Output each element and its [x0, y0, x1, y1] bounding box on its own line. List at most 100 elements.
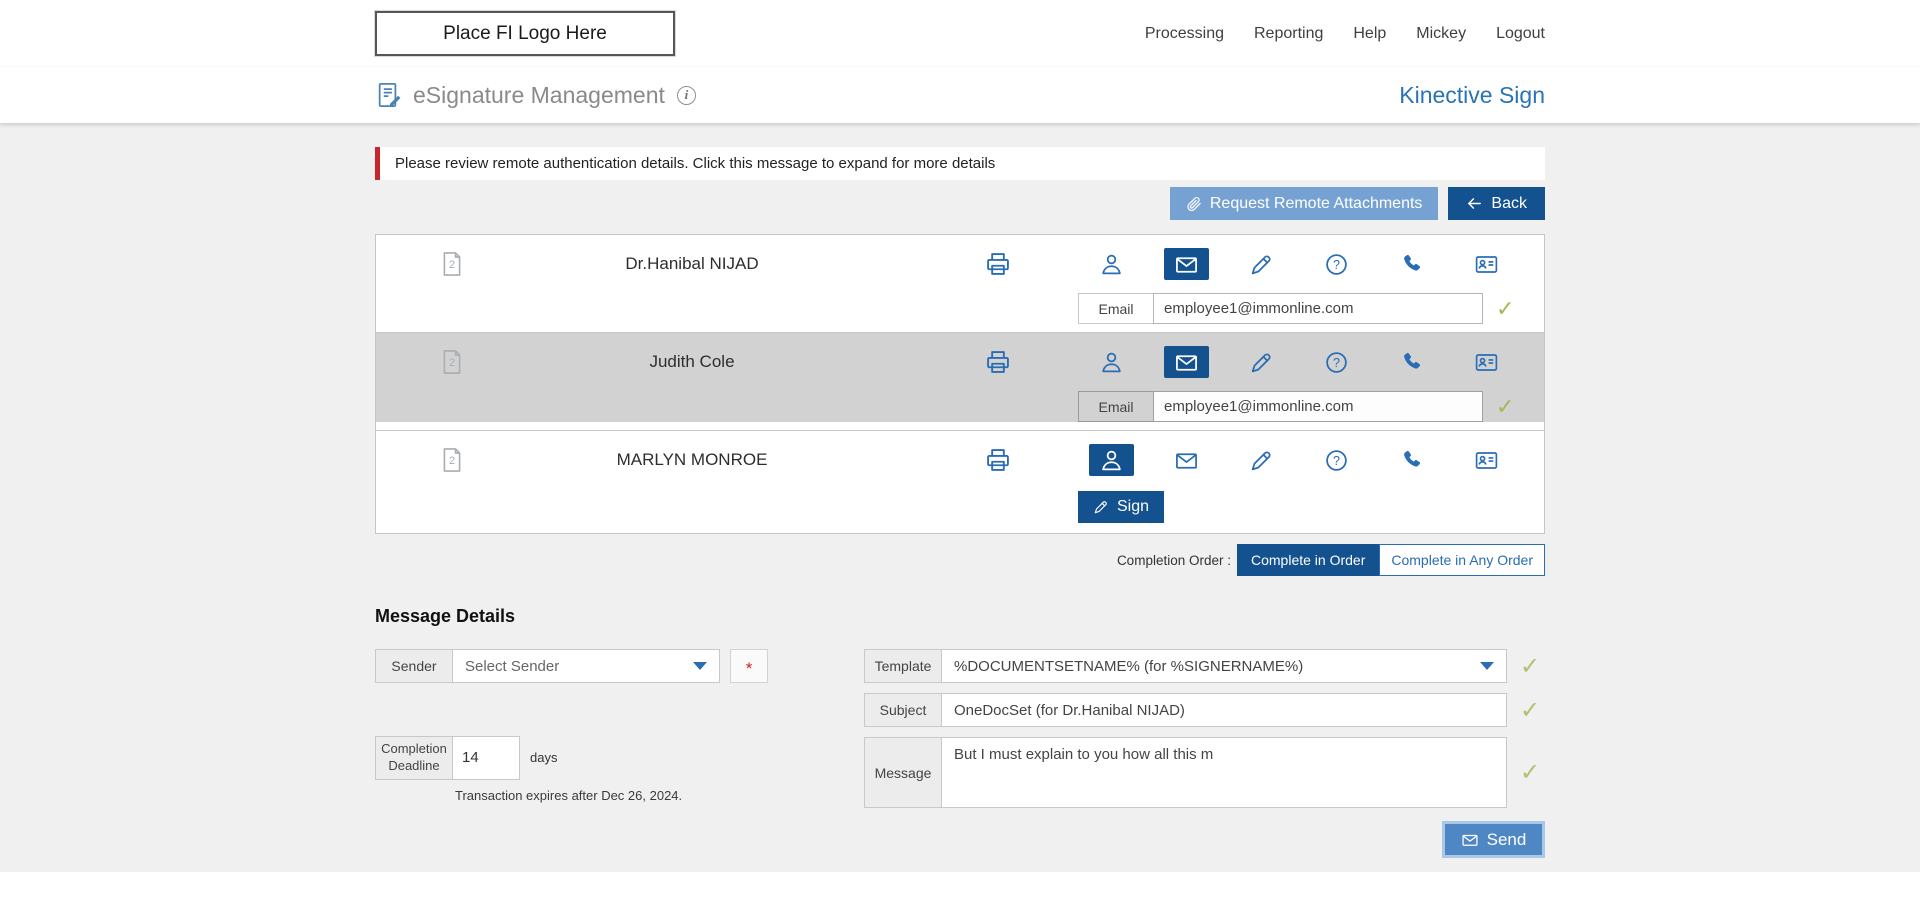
signature-pen-icon	[1249, 252, 1274, 277]
completion-order-label: Completion Order :	[1117, 553, 1231, 568]
check-icon: ✓	[1515, 737, 1545, 808]
nav-logout[interactable]: Logout	[1496, 25, 1545, 43]
paperclip-icon	[1186, 196, 1202, 212]
required-marker: *	[730, 649, 768, 683]
message-textarea[interactable]: But I must explain to you how all this m	[941, 737, 1507, 808]
chevron-down-icon	[1480, 662, 1494, 670]
id-card-icon	[1474, 350, 1499, 375]
signer-table: 2 Dr.Hanibal NIJAD Email	[375, 234, 1545, 534]
phone-icon	[1399, 252, 1424, 277]
complete-in-any-order-button[interactable]: Complete in Any Order	[1379, 544, 1545, 576]
nav-user-mickey[interactable]: Mickey	[1416, 25, 1466, 43]
remote-auth-alert[interactable]: Please review remote authentication deta…	[375, 147, 1545, 180]
top-nav: Processing Reporting Help Mickey Logout	[1145, 25, 1545, 43]
send-button[interactable]: Send	[1442, 821, 1545, 858]
auth-method-id-button[interactable]	[1464, 444, 1509, 476]
signer-row-1[interactable]: 2 Dr.Hanibal NIJAD Email	[376, 235, 1544, 324]
auth-method-phone-button[interactable]	[1389, 444, 1434, 476]
completion-deadline-input[interactable]	[452, 736, 520, 780]
question-icon	[1324, 448, 1349, 473]
auth-method-signature-button[interactable]	[1239, 444, 1284, 476]
main-area: Please review remote authentication deta…	[0, 123, 1920, 872]
back-button[interactable]: Back	[1448, 187, 1545, 220]
info-icon[interactable]: i	[677, 86, 696, 105]
document-icon[interactable]: 2	[438, 250, 466, 278]
phone-icon	[1399, 350, 1424, 375]
sign-label: Sign	[1117, 498, 1149, 516]
template-select[interactable]: %DOCUMENTSETNAME% (for %SIGNERNAME%)	[941, 649, 1507, 683]
auth-method-question-button[interactable]	[1314, 346, 1359, 378]
nav-processing[interactable]: Processing	[1145, 25, 1224, 43]
sign-button[interactable]: Sign	[1078, 491, 1164, 523]
send-envelope-icon	[1461, 831, 1479, 849]
auth-method-phone-button[interactable]	[1389, 346, 1434, 378]
question-icon	[1324, 350, 1349, 375]
complete-in-order-button[interactable]: Complete in Order	[1237, 544, 1379, 576]
auth-method-in-person-button[interactable]	[1089, 444, 1134, 476]
back-arrow-icon	[1466, 195, 1483, 212]
signature-pen-icon	[1249, 350, 1274, 375]
envelope-icon	[1174, 448, 1199, 473]
sender-selected-value: Select Sender	[465, 658, 559, 675]
auth-method-bar	[1074, 444, 1524, 476]
printer-icon[interactable]	[984, 250, 1012, 278]
check-icon: ✓	[1496, 396, 1514, 418]
person-icon	[1099, 252, 1124, 277]
auth-method-id-button[interactable]	[1464, 248, 1509, 280]
signer-name: MARLYN MONROE	[542, 431, 842, 489]
sender-label: Sender	[375, 649, 453, 683]
question-icon	[1324, 252, 1349, 277]
auth-method-in-person-button[interactable]	[1089, 248, 1134, 280]
email-label: Email	[1078, 293, 1154, 324]
signer-name: Judith Cole	[542, 333, 842, 391]
auth-method-question-button[interactable]	[1314, 248, 1359, 280]
fi-logo-placeholder[interactable]: Place FI Logo Here	[375, 11, 675, 56]
completion-deadline-label: Completion Deadline	[375, 736, 453, 780]
deadline-unit-label: days	[530, 750, 557, 765]
check-icon: ✓	[1515, 693, 1545, 727]
chevron-down-icon	[693, 662, 707, 670]
document-count: 2	[438, 455, 466, 467]
printer-icon[interactable]	[984, 348, 1012, 376]
check-icon: ✓	[1515, 649, 1545, 683]
id-card-icon	[1474, 448, 1499, 473]
person-icon	[1099, 448, 1124, 473]
auth-method-email-button[interactable]	[1164, 346, 1209, 378]
document-count: 2	[438, 259, 466, 271]
printer-icon[interactable]	[984, 446, 1012, 474]
page-header: eSignature Management i Kinective Sign	[0, 67, 1920, 123]
template-selected-value: %DOCUMENTSETNAME% (for %SIGNERNAME%)	[954, 658, 1303, 675]
envelope-icon	[1174, 252, 1199, 277]
auth-method-signature-button[interactable]	[1239, 248, 1284, 280]
auth-method-question-button[interactable]	[1314, 444, 1359, 476]
auth-method-phone-button[interactable]	[1389, 248, 1434, 280]
phone-icon	[1399, 448, 1424, 473]
email-label: Email	[1078, 391, 1154, 422]
auth-method-bar	[1074, 346, 1524, 378]
person-icon	[1099, 350, 1124, 375]
auth-method-in-person-button[interactable]	[1089, 346, 1134, 378]
nav-help[interactable]: Help	[1353, 25, 1386, 43]
id-card-icon	[1474, 252, 1499, 277]
expiry-note: Transaction expires after Dec 26, 2024.	[455, 788, 864, 803]
signature-pen-icon	[1249, 448, 1274, 473]
auth-method-id-button[interactable]	[1464, 346, 1509, 378]
auth-method-email-button[interactable]	[1164, 248, 1209, 280]
document-icon[interactable]: 2	[438, 446, 466, 474]
check-icon: ✓	[1496, 298, 1514, 320]
signer-row-2[interactable]: 2 Judith Cole Email	[376, 332, 1544, 422]
signer-row-3[interactable]: 2 MARLYN MONROE	[376, 430, 1544, 523]
document-icon[interactable]: 2	[438, 348, 466, 376]
document-count: 2	[438, 357, 466, 369]
sender-select[interactable]: Select Sender	[452, 649, 720, 683]
auth-method-email-button[interactable]	[1164, 444, 1209, 476]
email-input[interactable]	[1153, 293, 1483, 324]
nav-reporting[interactable]: Reporting	[1254, 25, 1323, 43]
subject-input[interactable]	[941, 693, 1507, 727]
signer-name: Dr.Hanibal NIJAD	[542, 235, 842, 293]
esignature-doc-icon	[375, 81, 403, 109]
subject-label: Subject	[864, 693, 942, 727]
email-input[interactable]	[1153, 391, 1483, 422]
request-remote-attachments-button[interactable]: Request Remote Attachments	[1170, 187, 1439, 220]
auth-method-signature-button[interactable]	[1239, 346, 1284, 378]
